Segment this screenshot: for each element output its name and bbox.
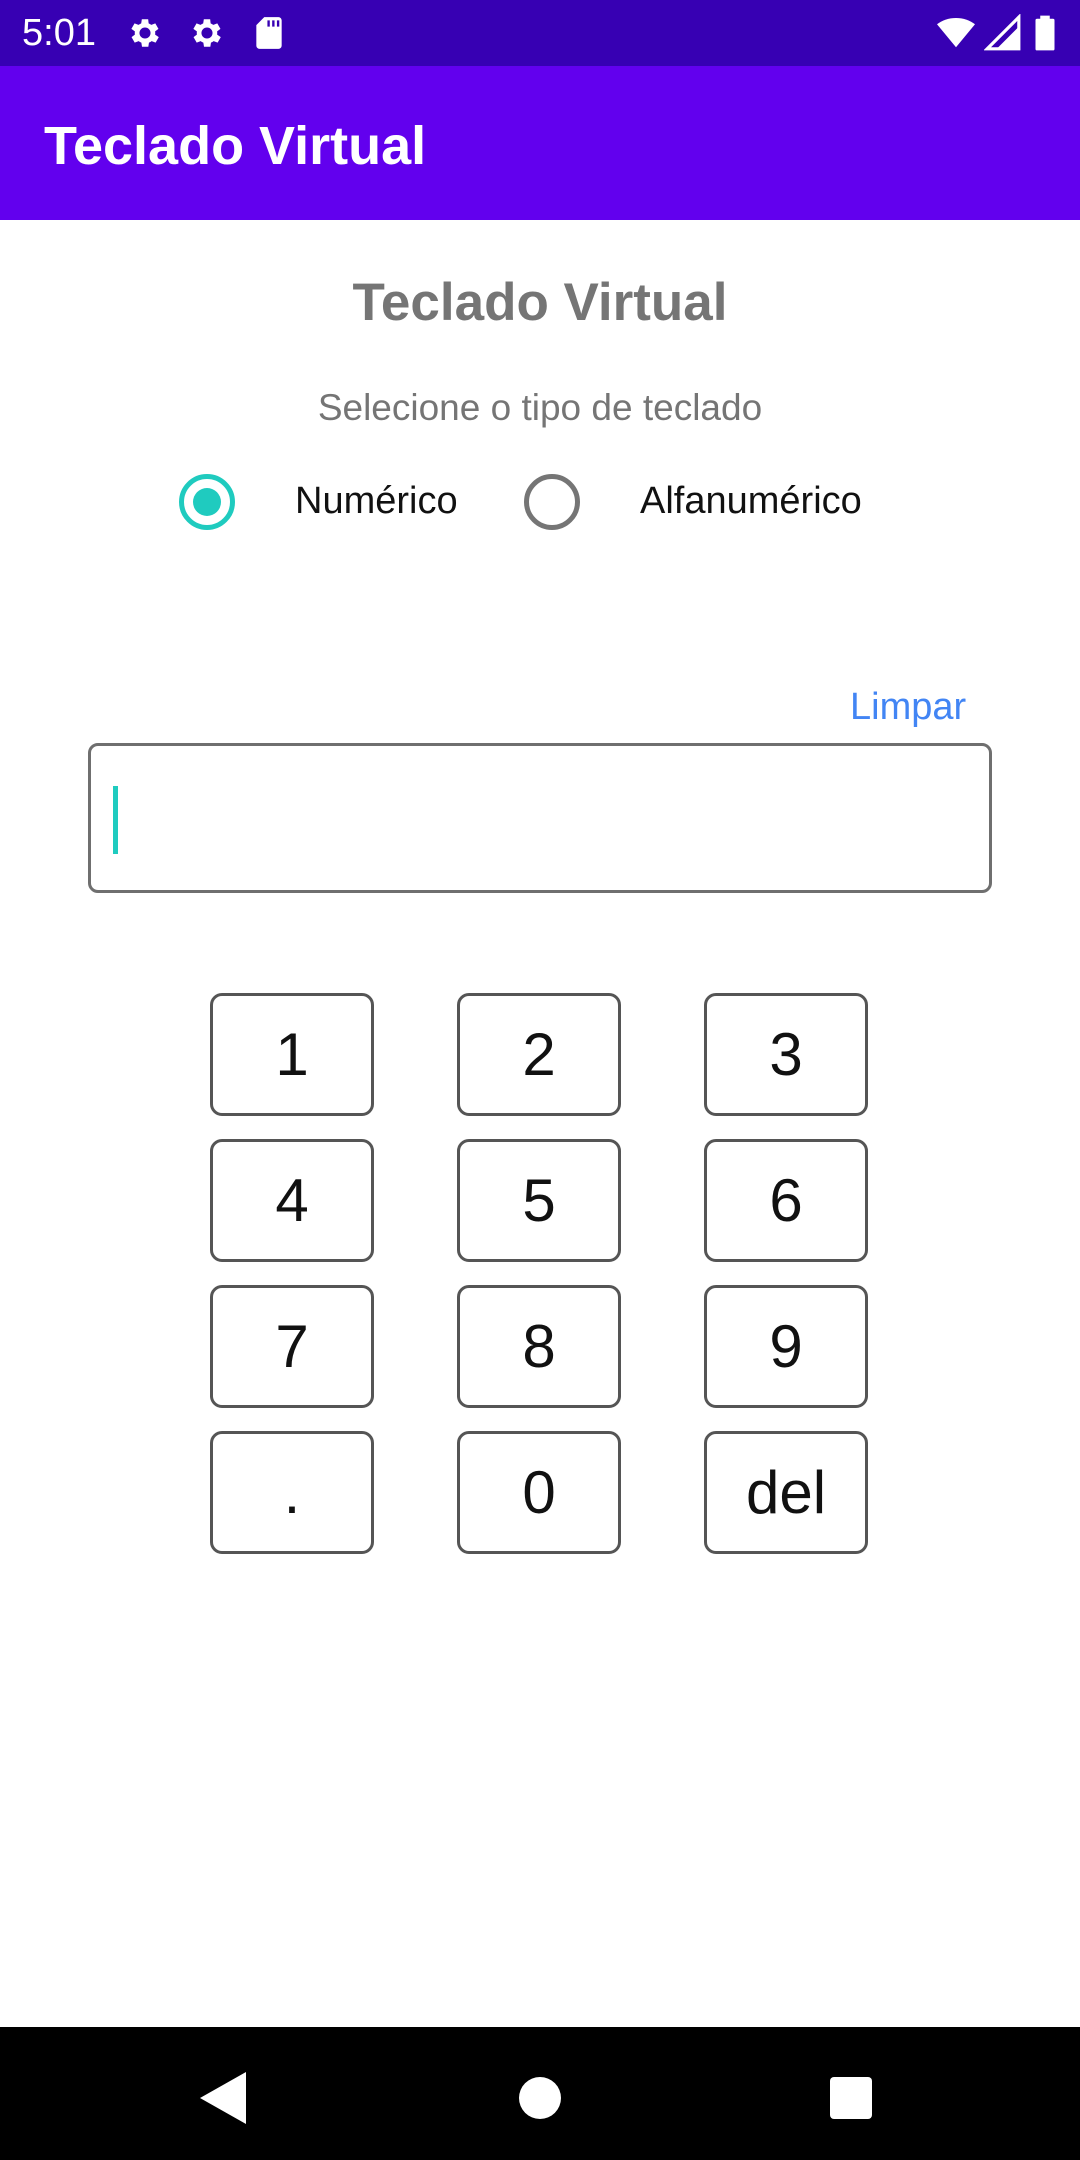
key-7[interactable]: 7	[210, 1285, 374, 1408]
key-5[interactable]: 5	[457, 1139, 621, 1262]
key-decimal[interactable]: .	[210, 1431, 374, 1554]
app-bar-title: Teclado Virtual	[44, 116, 427, 176]
key-0[interactable]: 0	[457, 1431, 621, 1554]
clear-button[interactable]: Limpar	[850, 684, 966, 730]
status-bar: 5:01	[0, 0, 1080, 66]
key-2[interactable]: 2	[457, 993, 621, 1116]
key-8[interactable]: 8	[457, 1285, 621, 1408]
key-9[interactable]: 9	[704, 1285, 868, 1408]
radio-numeric-label[interactable]: Numérico	[295, 478, 458, 524]
key-1[interactable]: 1	[210, 993, 374, 1116]
key-6[interactable]: 6	[704, 1139, 868, 1262]
radio-alphanumeric-label[interactable]: Alfanumérico	[640, 478, 862, 524]
recents-icon[interactable]	[828, 2076, 874, 2120]
navigation-bar	[0, 2027, 1080, 2160]
key-3[interactable]: 3	[704, 993, 868, 1116]
radio-numeric[interactable]	[179, 474, 235, 530]
settings-icon	[131, 19, 159, 47]
sd-card-icon	[256, 17, 282, 49]
key-delete[interactable]: del	[704, 1431, 868, 1554]
text-cursor	[113, 786, 118, 854]
signal-icon	[984, 14, 1021, 51]
status-time: 5:01	[22, 12, 96, 54]
home-icon[interactable]	[517, 2075, 563, 2121]
key-4[interactable]: 4	[210, 1139, 374, 1262]
back-icon[interactable]	[200, 2072, 246, 2124]
text-input-field[interactable]	[88, 743, 992, 893]
keyboard-type-prompt: Selecione o tipo de teclado	[317, 387, 763, 428]
page-title: Teclado Virtual	[352, 273, 728, 332]
battery-icon	[1035, 15, 1055, 51]
wifi-icon	[937, 17, 975, 48]
app-bar: Teclado Virtual	[0, 66, 1080, 220]
settings-icon	[193, 19, 221, 47]
radio-alphanumeric[interactable]	[524, 474, 580, 530]
